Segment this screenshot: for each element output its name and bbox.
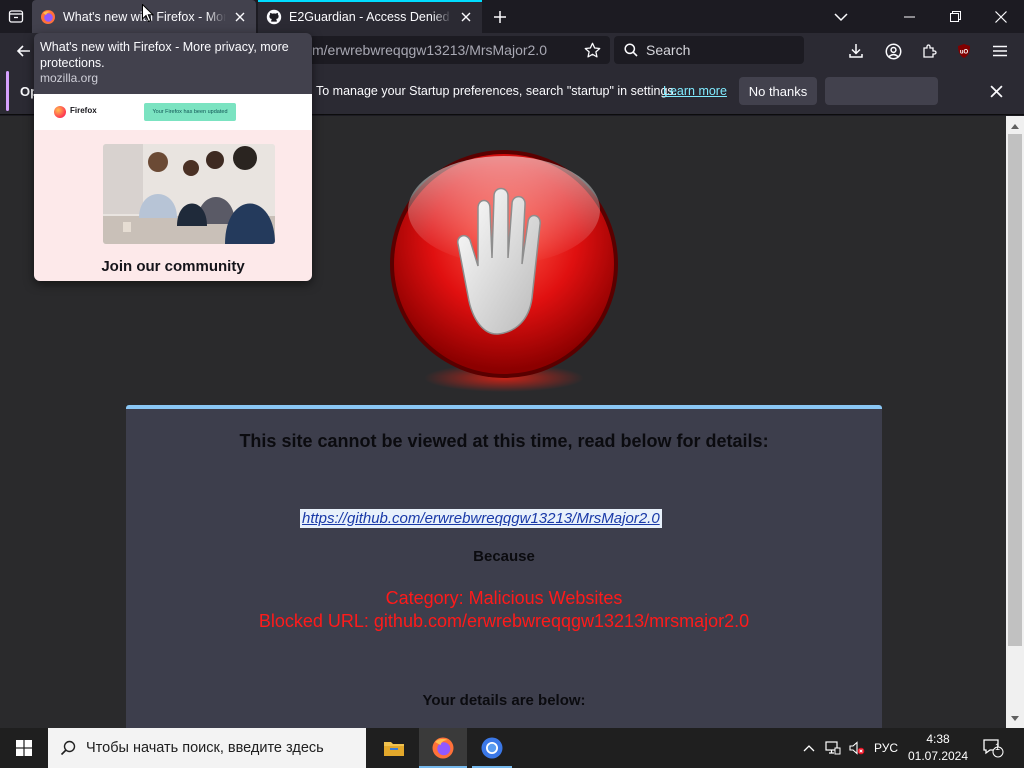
preview-title: What's new with Firefox - More privacy, … bbox=[40, 40, 289, 70]
app-menu-button[interactable] bbox=[986, 37, 1014, 65]
file-explorer-taskbar-button[interactable] bbox=[370, 728, 418, 768]
close-window-button[interactable] bbox=[978, 0, 1024, 33]
close-icon bbox=[989, 84, 1003, 98]
scrollbar-thumb[interactable] bbox=[1008, 134, 1022, 646]
block-blocked-url: Blocked URL: github.com/erwrebwreqqgw132… bbox=[258, 611, 750, 631]
action-center-button[interactable]: 1 bbox=[978, 728, 1008, 768]
community-photo bbox=[103, 144, 275, 244]
firefox-logo-icon bbox=[54, 106, 66, 118]
taskbar-clock[interactable]: 4:38 01.07.2024 bbox=[904, 731, 972, 765]
scroll-up-icon[interactable] bbox=[1006, 118, 1024, 134]
blocked-url-link[interactable]: https://github.com/erwrebwreqqgw13213/Mr… bbox=[300, 509, 662, 528]
windows-logo-icon bbox=[16, 740, 32, 756]
minimize-button[interactable] bbox=[886, 0, 932, 33]
chevron-up-icon bbox=[803, 745, 815, 752]
thumbnail-caption: Join our community bbox=[101, 258, 245, 275]
restore-button[interactable] bbox=[932, 0, 978, 33]
search-bar[interactable]: Search bbox=[614, 36, 804, 64]
restore-icon bbox=[949, 11, 961, 22]
clock-time: 4:38 bbox=[926, 732, 950, 746]
notification-count-badge: 1 bbox=[995, 742, 1001, 752]
firefox-view-button[interactable] bbox=[4, 4, 28, 28]
firefox-view-icon bbox=[8, 10, 24, 23]
tab-e2guardian[interactable]: E2Guardian - Access Denied bbox=[258, 0, 482, 33]
chrome-taskbar-button[interactable] bbox=[468, 728, 516, 768]
chevron-down-icon bbox=[834, 12, 848, 21]
taskbar-search-placeholder: Чтобы начать поиск, введите здесь bbox=[86, 740, 324, 756]
ublock-shield-icon: uO bbox=[958, 44, 970, 58]
mouse-cursor-icon bbox=[142, 4, 154, 23]
firefox-favicon-icon bbox=[41, 9, 55, 24]
page-scrollbar[interactable] bbox=[1006, 116, 1024, 728]
search-icon bbox=[624, 43, 638, 57]
notification-close-button[interactable] bbox=[984, 79, 1008, 103]
language-label: РУС bbox=[873, 741, 899, 755]
windows-taskbar: Чтобы начать поиск, введите здесь РУС 4:… bbox=[0, 728, 1024, 768]
minimize-icon bbox=[903, 16, 915, 17]
hamburger-menu-icon bbox=[993, 45, 1007, 57]
notification-center-icon bbox=[983, 739, 1004, 758]
taskbar-search-box[interactable]: Чтобы начать поиск, введите здесь bbox=[48, 728, 366, 768]
svg-text:uO: uO bbox=[960, 50, 969, 56]
thumbnail-brand: Firefox bbox=[70, 106, 97, 115]
preview-domain: mozilla.org bbox=[40, 71, 99, 85]
block-panel: This site cannot be viewed at this time,… bbox=[126, 405, 882, 728]
plus-icon bbox=[494, 11, 506, 23]
puzzle-icon bbox=[923, 44, 937, 58]
search-placeholder: Search bbox=[646, 42, 691, 58]
github-favicon-icon bbox=[266, 9, 282, 24]
close-icon bbox=[995, 10, 1007, 23]
network-tray-icon[interactable] bbox=[822, 728, 844, 768]
learn-more-link[interactable]: Learn more bbox=[663, 84, 727, 98]
chromium-icon bbox=[481, 737, 503, 759]
firefox-taskbar-button[interactable] bbox=[419, 728, 467, 768]
tab-close-icon[interactable] bbox=[456, 7, 476, 27]
list-all-tabs-button[interactable] bbox=[818, 0, 864, 33]
notification-secondary-button[interactable] bbox=[825, 77, 938, 105]
search-icon bbox=[60, 740, 76, 756]
notification-message: To manage your Startup preferences, sear… bbox=[316, 84, 678, 98]
block-category: Category: Malicious Websites bbox=[385, 588, 623, 608]
no-thanks-button[interactable]: No thanks bbox=[739, 77, 817, 105]
firefox-icon bbox=[432, 737, 454, 759]
account-icon bbox=[885, 43, 901, 59]
tab-title: E2Guardian - Access Denied bbox=[289, 9, 450, 24]
network-icon bbox=[825, 741, 841, 755]
scroll-down-icon[interactable] bbox=[1006, 710, 1024, 726]
start-button[interactable] bbox=[0, 728, 48, 768]
download-icon bbox=[849, 44, 863, 58]
details-label: Your details are below: bbox=[422, 692, 586, 709]
stop-hand-icon bbox=[390, 150, 618, 392]
clock-date: 01.07.2024 bbox=[907, 749, 969, 763]
url-text: m/erwrebwreqqgw13213/MrsMajor2.0 bbox=[312, 42, 547, 58]
downloads-button[interactable] bbox=[842, 37, 870, 65]
new-tab-button[interactable] bbox=[488, 5, 512, 29]
ublock-origin-button[interactable]: uO bbox=[950, 37, 978, 65]
volume-tray-icon[interactable] bbox=[846, 728, 868, 768]
notification-accent bbox=[6, 71, 9, 111]
input-language-indicator[interactable]: РУС bbox=[870, 728, 902, 768]
account-button[interactable] bbox=[879, 37, 907, 65]
show-hidden-icons-button[interactable] bbox=[798, 728, 820, 768]
thumbnail-badge: Your Firefox has been updated bbox=[144, 103, 236, 121]
tab-hover-preview: What's new with Firefox - More privacy, … bbox=[34, 33, 312, 281]
bookmark-star-icon[interactable] bbox=[582, 40, 602, 60]
block-reason: Category: Malicious Websites Blocked URL… bbox=[126, 587, 882, 633]
folder-icon bbox=[384, 742, 404, 756]
block-heading: This site cannot be viewed at this time,… bbox=[239, 431, 769, 451]
volume-muted-icon bbox=[849, 741, 865, 755]
because-label: Because bbox=[473, 548, 535, 565]
extensions-button[interactable] bbox=[915, 37, 943, 65]
tab-close-icon[interactable] bbox=[230, 7, 250, 27]
arrow-left-icon bbox=[16, 45, 30, 57]
preview-thumbnail: Firefox Your Firefox has been updated Jo… bbox=[34, 94, 312, 281]
